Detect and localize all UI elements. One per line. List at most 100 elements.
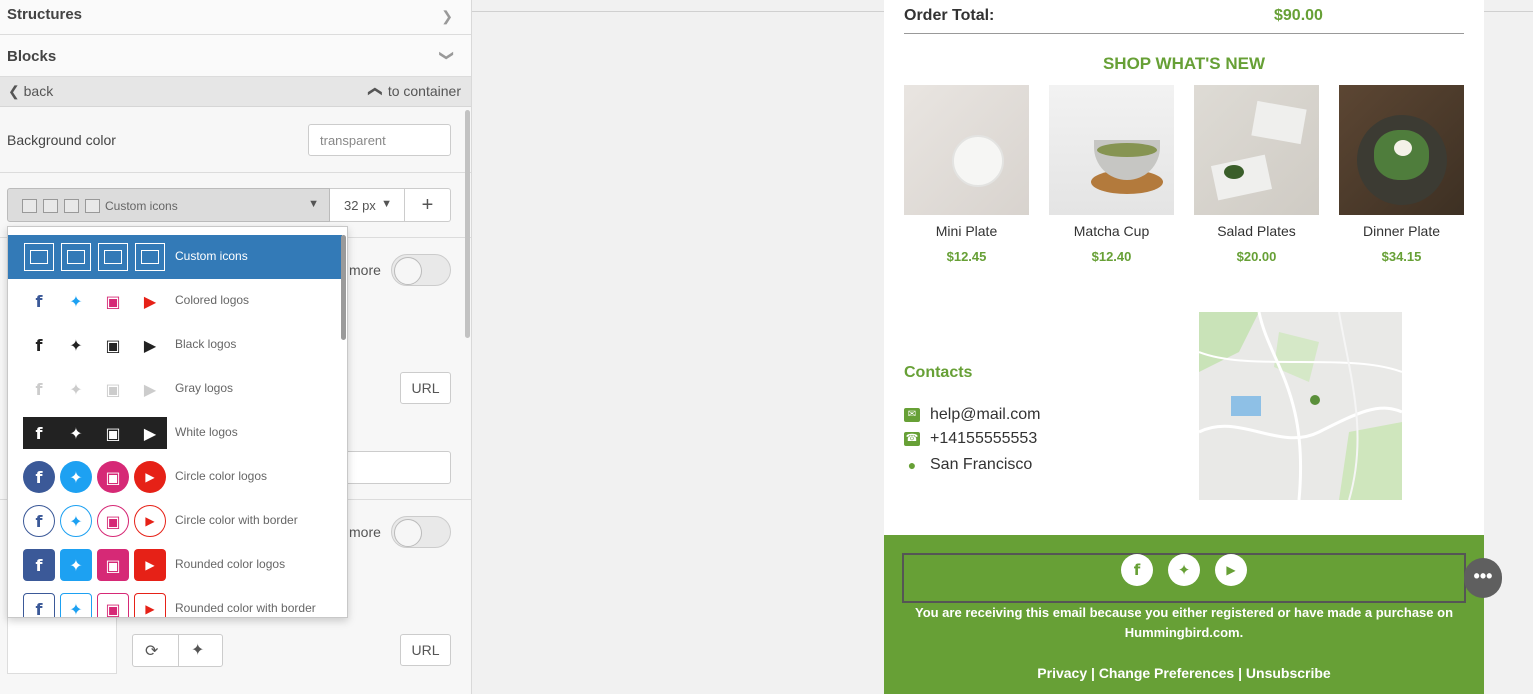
youtube-icon: ▶ xyxy=(134,505,166,537)
product-card[interactable]: Mini Plate $12.45 xyxy=(904,85,1029,264)
instagram-icon: ▣ xyxy=(105,423,121,443)
icon-preview[interactable] xyxy=(7,616,117,674)
structures-label: Structures xyxy=(7,6,83,23)
facebook-icon: f xyxy=(35,423,43,443)
footer-links[interactable]: Privacy | Change Preferences | Unsubscri… xyxy=(884,665,1484,681)
more-label: more xyxy=(349,524,381,540)
icon-size-value: 32 px xyxy=(344,198,376,213)
twitter-icon: ✦ xyxy=(60,593,92,617)
image-icon xyxy=(85,199,100,213)
dropdown-option-white-logos[interactable]: f ✦ ▣ ▶ White logos xyxy=(8,411,342,455)
twitter-icon: ✦ xyxy=(60,505,92,537)
product-price: $12.45 xyxy=(946,249,987,264)
option-label: Custom icons xyxy=(175,249,248,263)
instagram-icon: ▣ xyxy=(97,593,129,617)
icon-set-controls: Custom icons ▼ 32 px ▼ + xyxy=(7,188,451,222)
chevron-down-icon: ❯ xyxy=(439,49,456,62)
divider xyxy=(178,635,179,666)
option-preview: f ✦ ▣ ▶ xyxy=(23,329,167,361)
option-label: Rounded color logos xyxy=(175,557,286,571)
background-color-value: transparent xyxy=(320,133,386,148)
option-preview: f ✦ ▣ ▶ xyxy=(23,549,167,581)
twitter-icon: ✦ xyxy=(69,291,83,311)
contacts-heading: Contacts xyxy=(904,364,973,381)
dropdown-option-rounded-color-logos[interactable]: f ✦ ▣ ▶ Rounded color logos xyxy=(8,543,342,587)
blocks-label: Blocks xyxy=(7,48,57,65)
facebook-icon: f xyxy=(23,549,55,581)
twitter-icon: ✦ xyxy=(60,461,92,493)
product-card[interactable]: Matcha Cup $12.40 xyxy=(1049,85,1174,264)
icon-size-select[interactable]: 32 px ▼ xyxy=(330,188,405,222)
option-label: Circle color with border xyxy=(175,513,298,527)
dropdown-scrollbar[interactable] xyxy=(341,235,346,340)
dropdown-option-rounded-color-with-border[interactable]: f ✦ ▣ ▶ Rounded color with border xyxy=(8,587,342,617)
option-label: Gray logos xyxy=(175,381,234,395)
instagram-icon: ▣ xyxy=(97,461,129,493)
product-card[interactable]: Dinner Plate $34.15 xyxy=(1339,85,1464,264)
dropdown-option-colored-logos[interactable]: f ✦ ▣ ▶ Colored logos xyxy=(8,279,342,323)
image-icon xyxy=(134,241,166,273)
option-preview: f ✦ ▣ ▶ xyxy=(23,461,167,493)
more-toggle[interactable] xyxy=(391,516,451,548)
back-button[interactable]: ❮ back xyxy=(8,83,53,100)
refresh-icon[interactable]: ⟳ xyxy=(145,641,158,661)
youtube-icon[interactable]: ▶ xyxy=(1215,554,1247,586)
youtube-icon: ▶ xyxy=(134,461,166,493)
contact-phone[interactable]: ☎ +14155555553 xyxy=(904,430,1037,448)
background-color-label: Background color xyxy=(7,132,116,148)
to-container-button[interactable]: ❯ to container xyxy=(366,83,461,100)
product-name: Mini Plate xyxy=(935,223,998,239)
dropdown-option-custom-icons[interactable]: Custom icons xyxy=(8,235,342,279)
instagram-icon: ▣ xyxy=(105,291,121,311)
twitter-icon: ✦ xyxy=(60,549,92,581)
twitter-icon: ✦ xyxy=(69,423,83,443)
footer-text-line-1: You are receiving this email because you… xyxy=(914,605,1454,620)
dropdown-option-gray-logos[interactable]: f ✦ ▣ ▶ Gray logos xyxy=(8,367,342,411)
contact-email[interactable]: ✉ help@mail.com xyxy=(904,406,1041,424)
instagram-icon: ▣ xyxy=(97,505,129,537)
structures-accordion[interactable]: Structures ❯ xyxy=(0,0,471,35)
url-button[interactable]: URL xyxy=(400,372,451,404)
background-color-input[interactable]: transparent xyxy=(308,124,451,156)
more-toggle[interactable] xyxy=(391,254,451,286)
facebook-icon[interactable]: f xyxy=(1121,554,1153,586)
order-total-value: $90.00 xyxy=(1274,7,1323,24)
instagram-icon: ▣ xyxy=(105,335,121,355)
product-image xyxy=(1194,85,1319,215)
dropdown-option-black-logos[interactable]: f ✦ ▣ ▶ Black logos xyxy=(8,323,342,367)
twitter-icon[interactable]: ✦ xyxy=(1168,554,1200,586)
icon-set-select[interactable]: Custom icons ▼ xyxy=(7,188,330,222)
image-icon xyxy=(60,241,92,273)
product-name: Dinner Plate xyxy=(1362,223,1441,239)
envelope-icon: ✉ xyxy=(904,407,920,422)
blocks-accordion[interactable]: Blocks ❯ xyxy=(0,35,471,77)
more-label: more xyxy=(349,262,381,278)
product-name: Matcha Cup xyxy=(1073,223,1150,239)
option-label: White logos xyxy=(175,425,238,439)
magic-wand-icon[interactable]: ✦ xyxy=(191,640,204,660)
add-icon-button[interactable]: + xyxy=(405,188,451,222)
order-total-label: Order Total: xyxy=(904,7,995,24)
contact-phone-text: +14155555553 xyxy=(930,430,1038,447)
facebook-icon: f xyxy=(35,335,43,355)
facebook-icon: f xyxy=(35,379,43,399)
divider xyxy=(0,172,471,173)
facebook-icon: f xyxy=(23,461,55,493)
icon-actions: ⟳ ✦ xyxy=(132,634,223,667)
youtube-icon: ▶ xyxy=(143,423,157,443)
option-preview: f ✦ ▣ ▶ xyxy=(23,417,167,449)
option-label: Colored logos xyxy=(175,293,250,307)
product-image xyxy=(1049,85,1174,215)
product-image xyxy=(904,85,1029,215)
contact-city-text: San Francisco xyxy=(930,456,1033,473)
dropdown-option-circle-color-logos[interactable]: f ✦ ▣ ▶ Circle color logos xyxy=(8,455,342,499)
option-preview: f ✦ ▣ ▶ xyxy=(23,505,167,537)
option-preview: f ✦ ▣ ▶ xyxy=(23,373,167,405)
map-image[interactable] xyxy=(1199,312,1402,500)
dropdown-option-circle-color-with-border[interactable]: f ✦ ▣ ▶ Circle color with border xyxy=(8,499,342,543)
product-card[interactable]: Salad Plates $20.00 xyxy=(1194,85,1319,264)
youtube-icon: ▶ xyxy=(143,291,157,311)
more-options-button[interactable]: ••• xyxy=(1464,558,1502,598)
url-button[interactable]: URL xyxy=(400,634,451,666)
panel-scrollbar[interactable] xyxy=(465,110,470,338)
